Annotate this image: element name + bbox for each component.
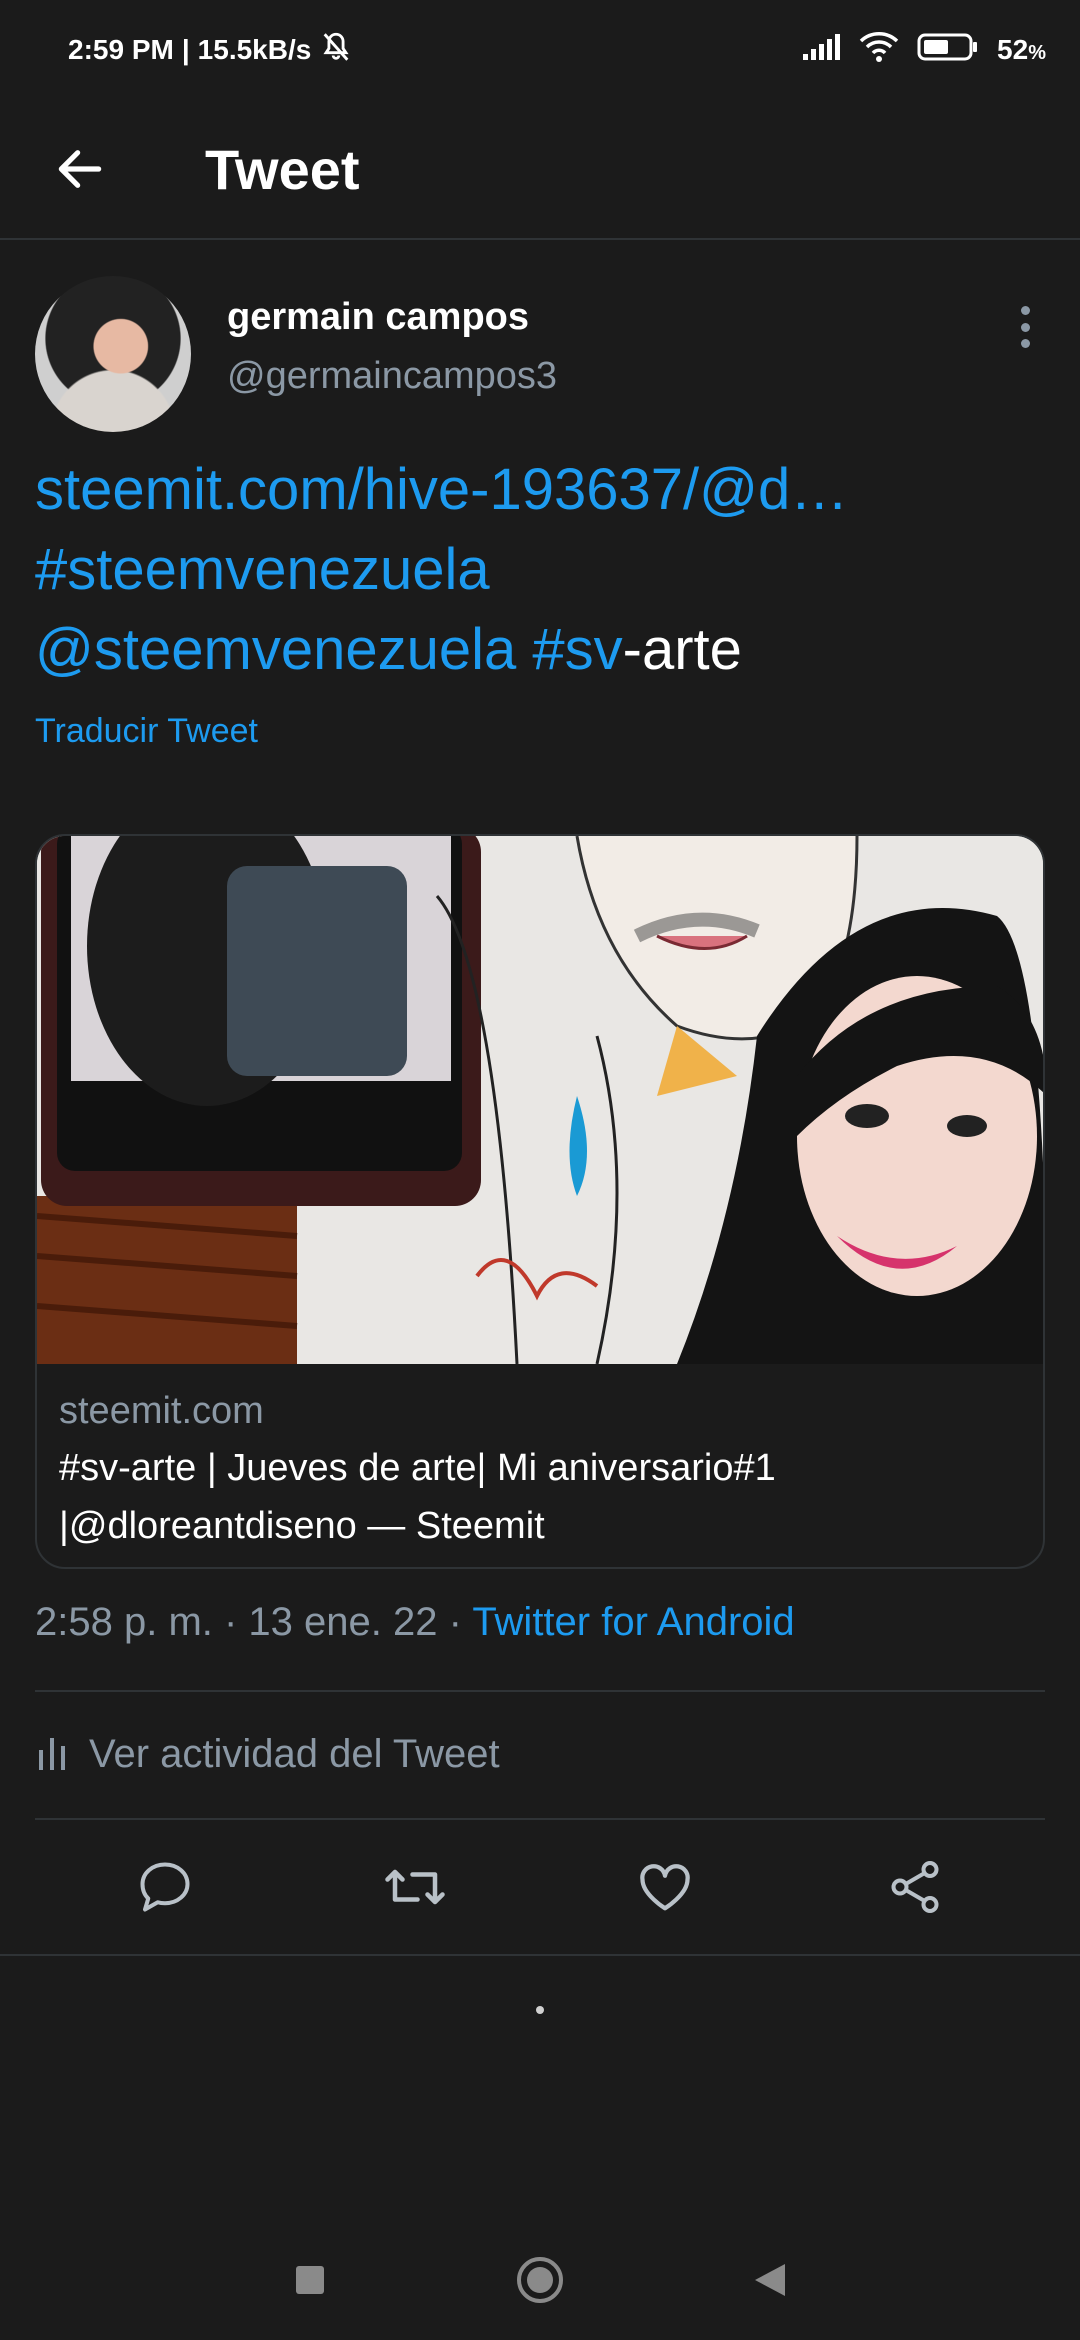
card-title: #sv-arte | Jueves de arte| Mi aniversari… bbox=[59, 1447, 776, 1547]
home-button[interactable] bbox=[510, 2250, 570, 2310]
app-header: Tweet bbox=[0, 100, 1080, 240]
back-button[interactable] bbox=[35, 124, 125, 214]
share-icon bbox=[891, 1861, 939, 1913]
like-button[interactable] bbox=[620, 1842, 710, 1932]
meta-separator: · bbox=[437, 1600, 473, 1644]
hashtag-sv[interactable]: #sv bbox=[532, 617, 622, 682]
link-card[interactable]: steemit.com #sv-arte | Jueves de arte| M… bbox=[35, 834, 1045, 1569]
reply-button[interactable] bbox=[120, 1842, 210, 1932]
share-button[interactable] bbox=[870, 1842, 960, 1932]
more-dot bbox=[1020, 322, 1030, 332]
tweet-date: 13 ene. 22 bbox=[248, 1600, 438, 1644]
mention-steemvenezuela[interactable]: @steemvenezuela bbox=[35, 617, 516, 682]
retweet-icon bbox=[385, 1869, 445, 1905]
tweet-space bbox=[516, 617, 532, 682]
retweet-button[interactable] bbox=[370, 1842, 460, 1932]
network-speed: 15.5kB/s bbox=[197, 34, 312, 65]
translate-tweet-link[interactable]: Traducir Tweet bbox=[35, 712, 258, 751]
activity-label: Ver actividad del Tweet bbox=[89, 1731, 500, 1776]
battery-value: 52 bbox=[997, 34, 1029, 65]
reply-icon bbox=[140, 1862, 190, 1912]
card-image bbox=[37, 836, 1043, 1364]
back-nav-button[interactable] bbox=[740, 2250, 800, 2310]
signal-icon bbox=[801, 32, 841, 69]
tweet-source-link[interactable]: Twitter for Android bbox=[472, 1600, 794, 1644]
tweet-actions bbox=[0, 1820, 1080, 1956]
arrow-left-icon bbox=[58, 150, 102, 188]
avatar[interactable] bbox=[35, 276, 191, 432]
system-nav-bar bbox=[0, 2220, 1080, 2340]
tweet-line-3: @steemvenezuela #sv-arte bbox=[35, 610, 1045, 690]
more-options-button[interactable] bbox=[1005, 302, 1045, 352]
mute-bell-icon bbox=[319, 30, 353, 71]
author-handle[interactable]: @germaincampos3 bbox=[227, 355, 557, 398]
card-domain: steemit.com bbox=[59, 1390, 264, 1432]
circle-icon bbox=[517, 2257, 563, 2303]
author-text: germain campos @germaincampos3 bbox=[227, 296, 557, 398]
tweet-text: steemit.com/hive-193637/@d… #steemvenezu… bbox=[35, 450, 1045, 690]
status-time: 2:59 PM bbox=[68, 34, 174, 65]
status-left: 2:59 PM | 15.5kB/s bbox=[68, 30, 353, 71]
wifi-icon bbox=[859, 31, 899, 70]
recents-button[interactable] bbox=[280, 2250, 340, 2310]
card-artwork-image bbox=[37, 836, 1043, 1364]
status-bar: 2:59 PM | 15.5kB/s 52% bbox=[0, 0, 1080, 100]
battery-percent: 52% bbox=[997, 34, 1046, 66]
like-icon bbox=[640, 1864, 690, 1911]
triangle-back-icon bbox=[755, 2264, 785, 2296]
author-name[interactable]: germain campos bbox=[227, 296, 557, 339]
tweet-time: 2:58 p. m. bbox=[35, 1600, 213, 1644]
page-title: Tweet bbox=[205, 137, 360, 201]
battery-unit: % bbox=[1028, 42, 1046, 64]
view-activity-button[interactable]: Ver actividad del Tweet bbox=[35, 1690, 1045, 1818]
meta-separator: · bbox=[212, 1600, 249, 1644]
bar-chart-icon bbox=[39, 1738, 65, 1770]
tweet-timestamp: 2:58 p. m. · 13 ene. 22 · Twitter for An… bbox=[35, 1600, 795, 1645]
more-dot bbox=[1020, 306, 1030, 315]
square-icon bbox=[296, 2266, 324, 2294]
tweet-link[interactable]: steemit.com/hive-193637/@d… bbox=[35, 457, 848, 522]
tweet-author: germain campos @germaincampos3 bbox=[35, 276, 1045, 436]
battery-icon bbox=[917, 32, 979, 69]
more-dot bbox=[1020, 339, 1030, 348]
status-separator: | bbox=[181, 34, 190, 65]
loading-indicator bbox=[536, 2006, 544, 2014]
tweet-text-rest: -arte bbox=[622, 617, 742, 682]
tweet-line-1: steemit.com/hive-193637/@d… bbox=[35, 450, 1045, 530]
tweet-line-2: #steemvenezuela bbox=[35, 530, 1045, 610]
status-right: 52% bbox=[801, 31, 1046, 70]
hashtag-steemvenezuela[interactable]: #steemvenezuela bbox=[35, 537, 490, 602]
card-meta: steemit.com #sv-arte | Jueves de arte| M… bbox=[37, 1364, 1043, 1567]
